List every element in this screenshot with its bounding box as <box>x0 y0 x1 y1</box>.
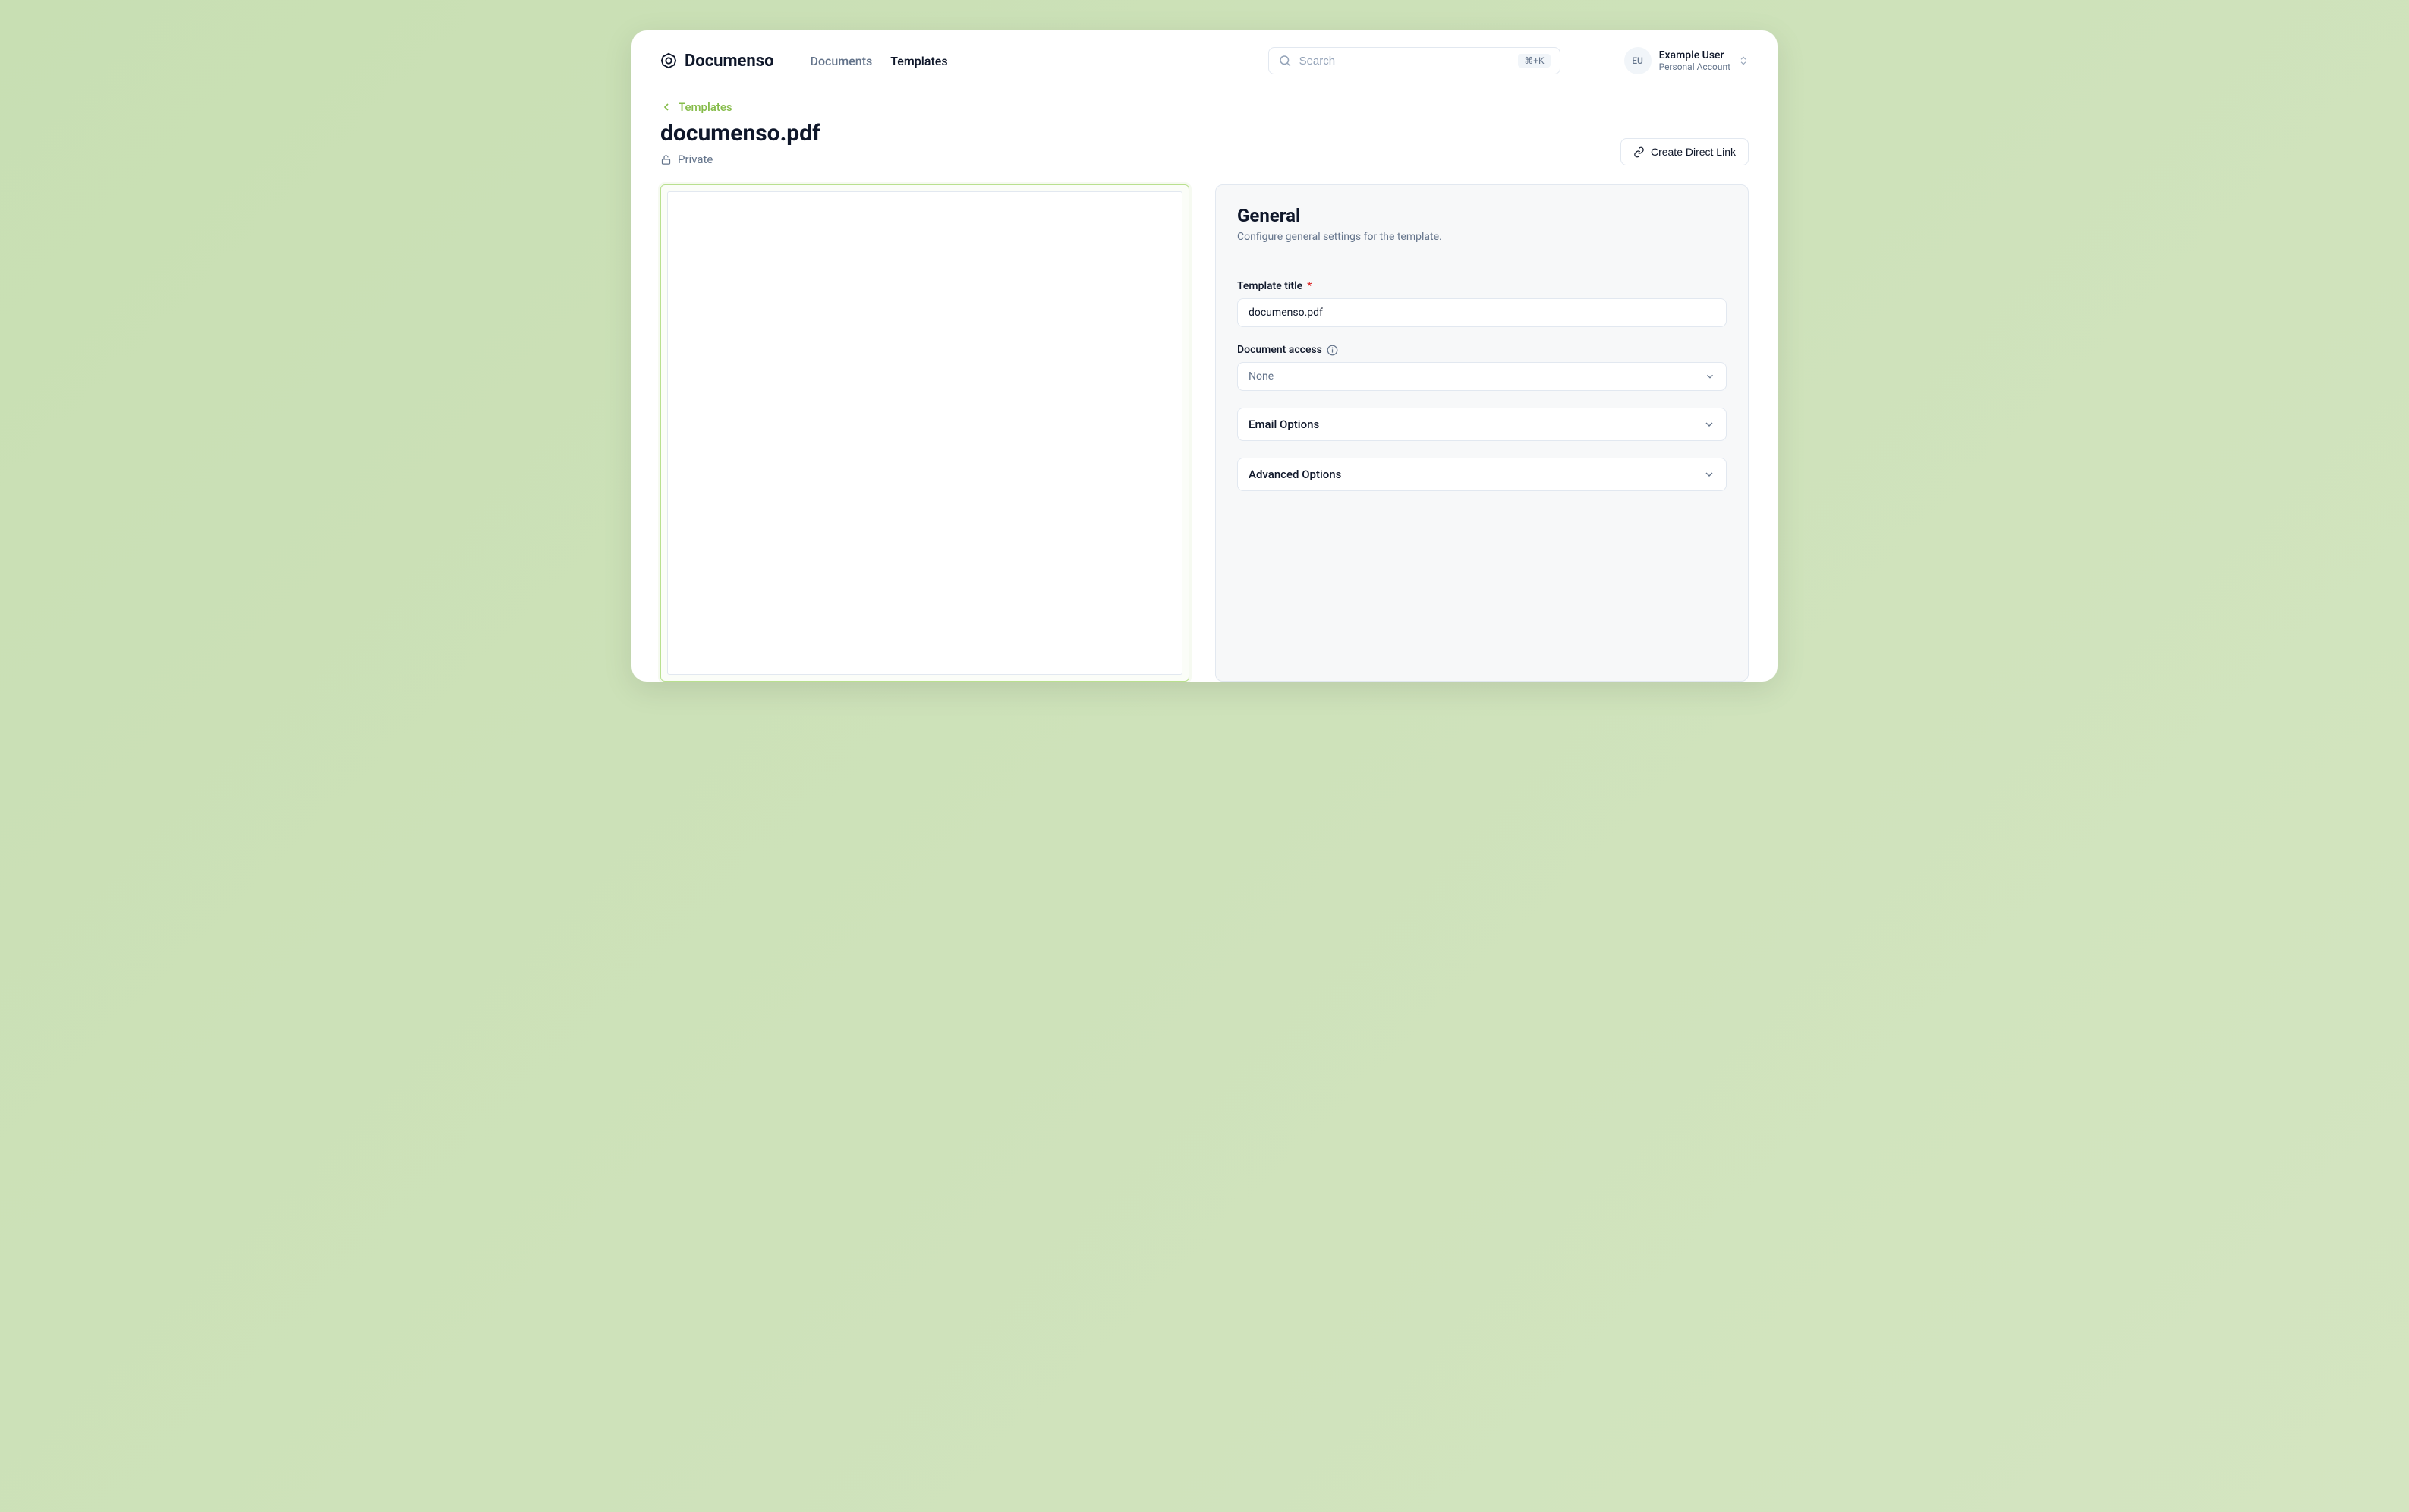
document-access-select[interactable]: None <box>1237 362 1727 391</box>
chevron-down-icon <box>1703 468 1715 480</box>
panel-subtitle: Configure general settings for the templ… <box>1237 231 1727 243</box>
main-row: General Configure general settings for t… <box>660 184 1749 682</box>
template-title-input[interactable] <box>1237 298 1727 327</box>
page-title: documenso.pdf <box>660 120 820 146</box>
avatar: EU <box>1624 47 1652 74</box>
chevron-left-icon <box>660 101 672 113</box>
document-page <box>667 191 1182 675</box>
info-icon[interactable] <box>1327 345 1338 356</box>
document-access-label: Document access <box>1237 344 1727 356</box>
document-access-value: None <box>1249 370 1274 383</box>
advanced-options-label: Advanced Options <box>1249 468 1341 481</box>
header: Documenso Documents Templates ⌘+K EU Exa… <box>631 30 1778 91</box>
template-title-label: Template title * <box>1237 280 1727 292</box>
app-window: Documenso Documents Templates ⌘+K EU Exa… <box>631 30 1778 682</box>
search-icon <box>1278 54 1292 68</box>
panel-title: General <box>1237 205 1727 226</box>
template-title-label-text: Template title <box>1237 280 1302 292</box>
create-direct-link-label: Create Direct Link <box>1651 146 1736 158</box>
required-indicator: * <box>1307 280 1312 292</box>
search-shortcut: ⌘+K <box>1518 54 1550 68</box>
user-name: Example User <box>1659 49 1730 61</box>
user-subtitle: Personal Account <box>1659 61 1730 72</box>
logo[interactable]: Documenso <box>660 52 774 71</box>
page-header-left: documenso.pdf Private <box>660 120 820 166</box>
link-icon <box>1633 146 1645 158</box>
nav-documents[interactable]: Documents <box>811 54 873 68</box>
search-box[interactable]: ⌘+K <box>1268 47 1560 74</box>
chevron-down-icon <box>1705 371 1715 382</box>
document-access-label-text: Document access <box>1237 344 1322 356</box>
visibility-text: Private <box>678 153 713 166</box>
document-preview[interactable] <box>660 184 1189 682</box>
user-menu[interactable]: EU Example User Personal Account <box>1624 47 1749 74</box>
create-direct-link-button[interactable]: Create Direct Link <box>1620 138 1749 165</box>
visibility-badge: Private <box>660 153 820 166</box>
advanced-options-accordion[interactable]: Advanced Options <box>1237 458 1727 491</box>
chevron-down-icon <box>1703 418 1715 430</box>
field-template-title: Template title * <box>1237 280 1727 327</box>
chevrons-up-down-icon <box>1738 55 1749 66</box>
page-header: documenso.pdf Private Create Direct Link <box>660 120 1749 166</box>
main-nav: Documents Templates <box>811 54 948 68</box>
breadcrumb-label: Templates <box>679 100 732 114</box>
email-options-label: Email Options <box>1249 417 1319 431</box>
search-input[interactable] <box>1299 55 1511 68</box>
lock-open-icon <box>660 154 672 165</box>
brand-name: Documenso <box>685 52 774 71</box>
user-info: Example User Personal Account <box>1659 49 1730 72</box>
nav-templates[interactable]: Templates <box>890 54 947 68</box>
content: Templates documenso.pdf Private Crea <box>631 91 1778 682</box>
logo-icon <box>660 52 677 69</box>
field-document-access: Document access None <box>1237 344 1727 391</box>
email-options-accordion[interactable]: Email Options <box>1237 408 1727 441</box>
breadcrumb[interactable]: Templates <box>660 100 1749 114</box>
settings-panel: General Configure general settings for t… <box>1215 184 1749 682</box>
